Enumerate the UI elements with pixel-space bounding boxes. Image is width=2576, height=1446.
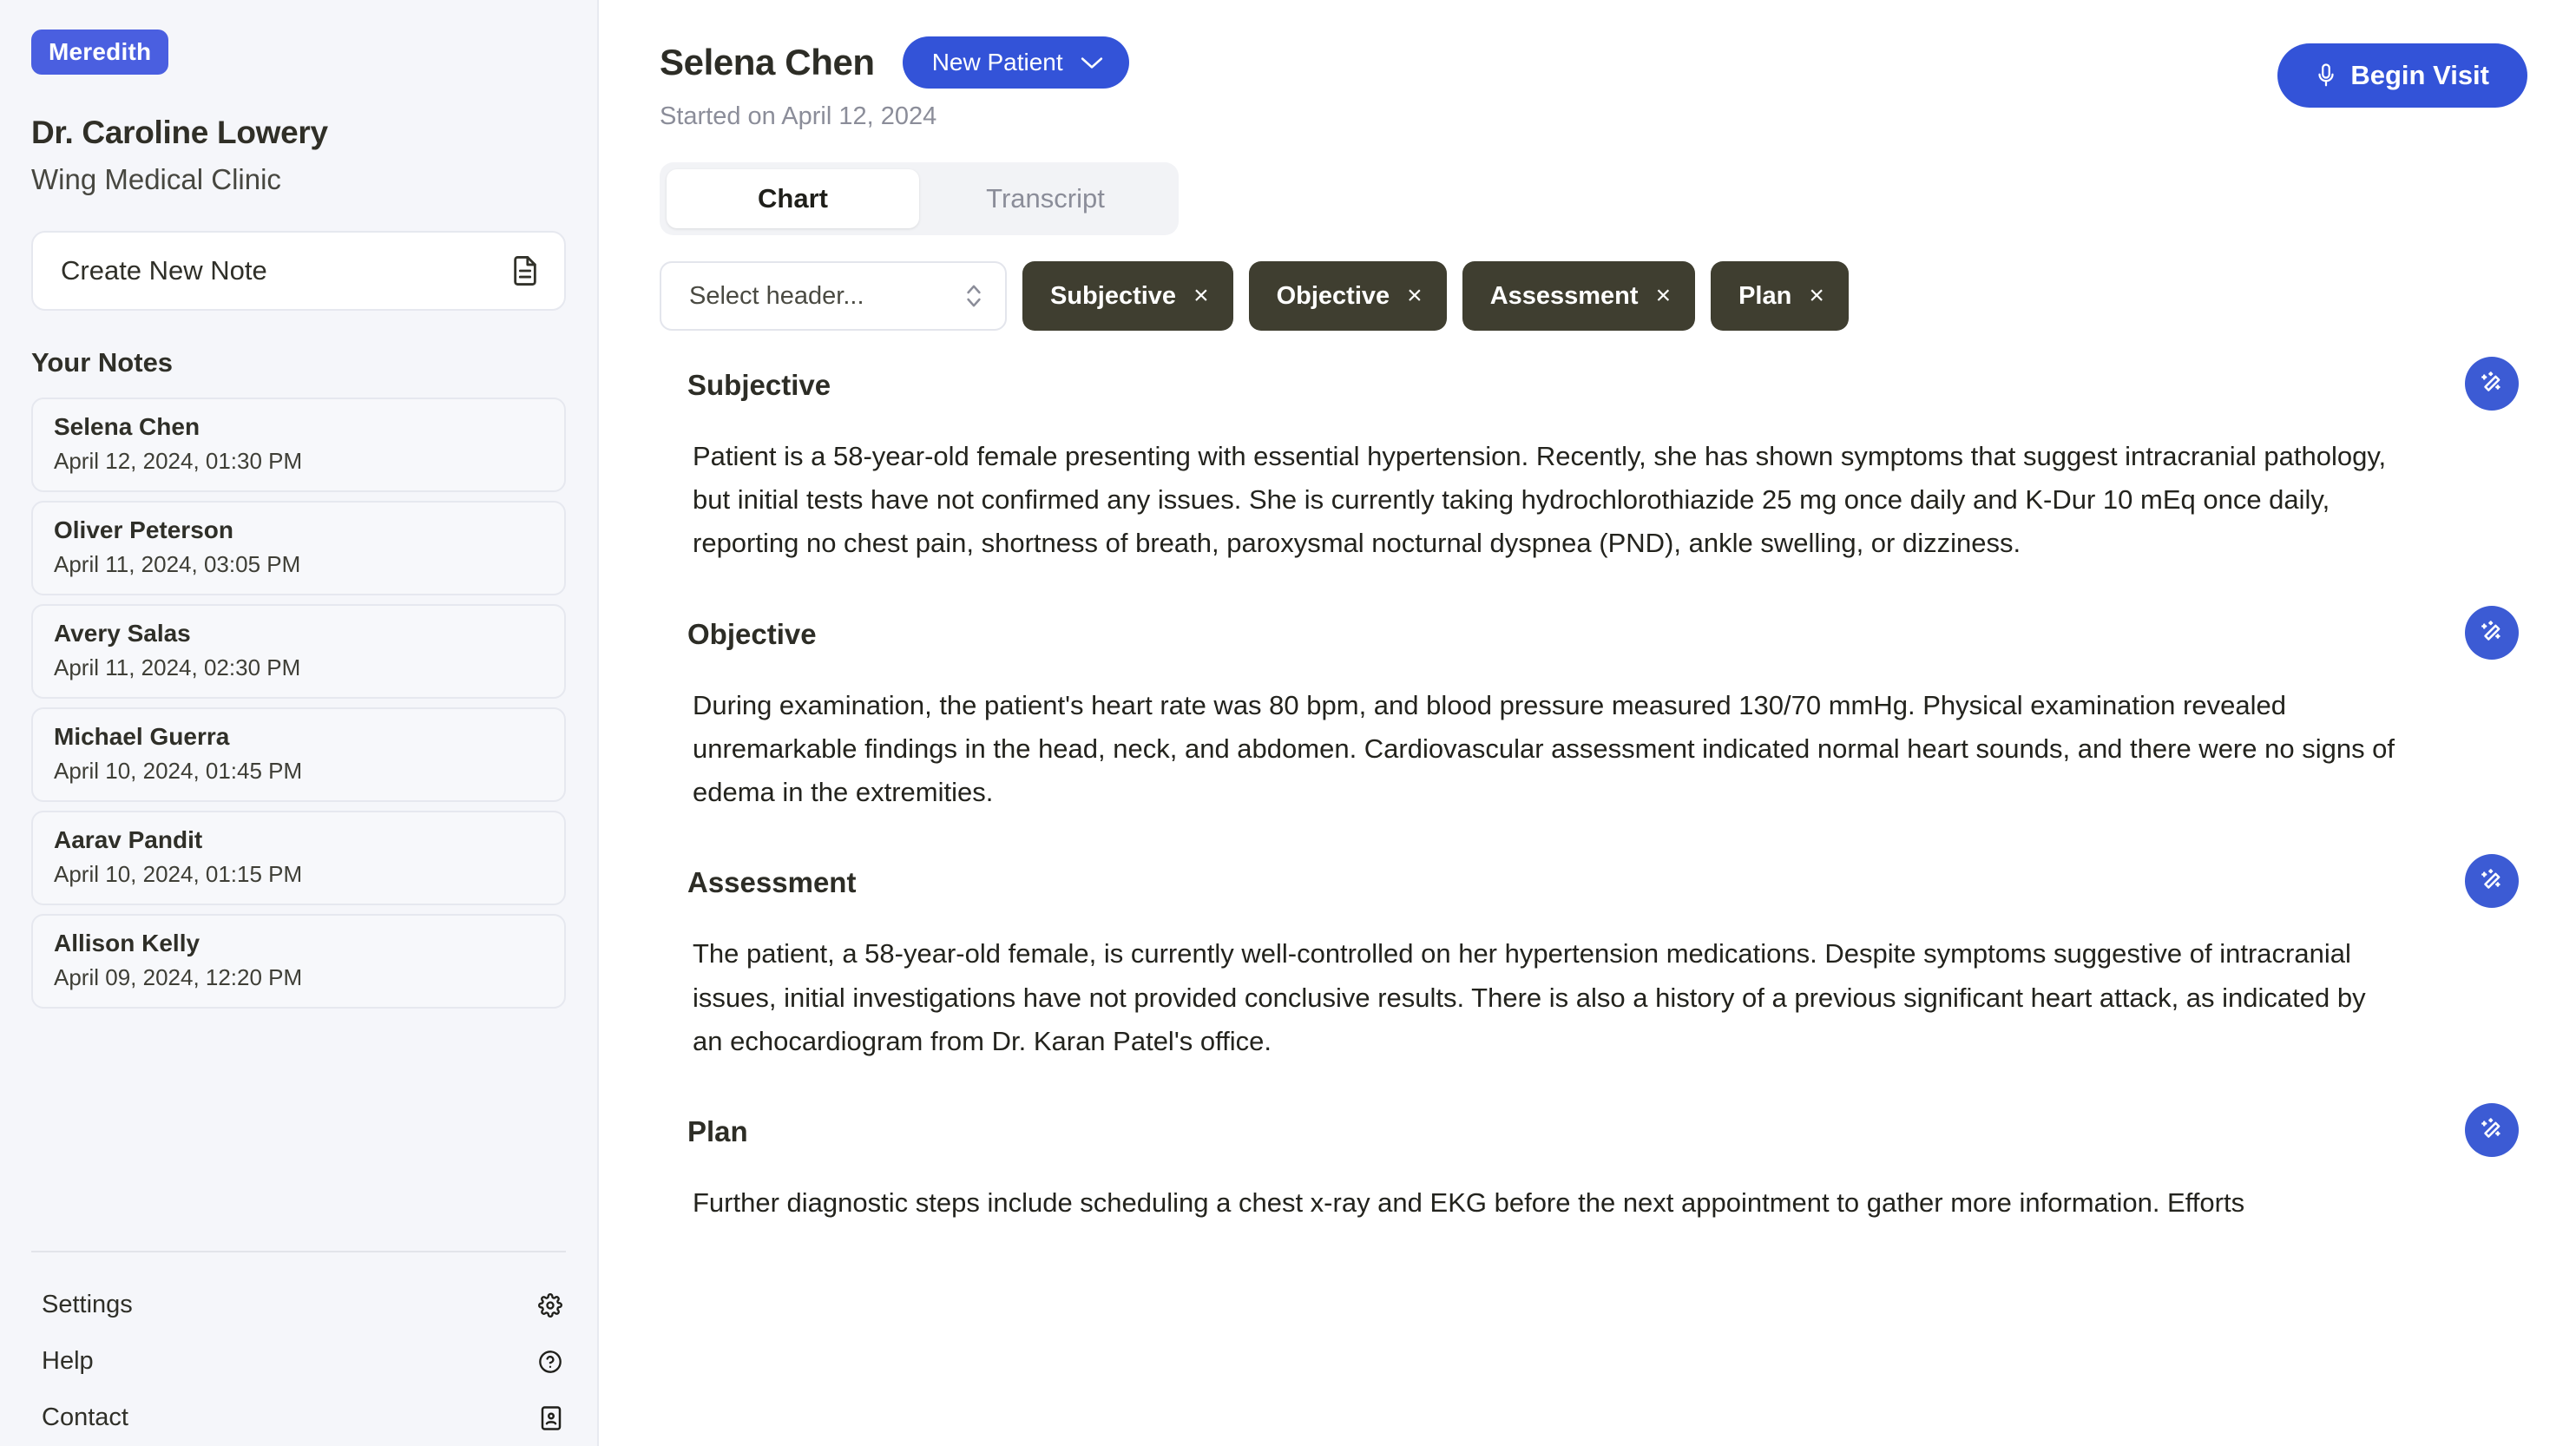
brand-badge[interactable]: Meredith — [31, 30, 169, 75]
main-content: Selena Chen New Patient Started on April… — [599, 0, 2576, 1446]
list-item[interactable]: Oliver Peterson April 11, 2024, 03:05 PM — [31, 501, 566, 595]
note-section-plan: Plan Further diagnostic steps include sc… — [660, 1102, 2527, 1225]
note-timestamp: April 11, 2024, 03:05 PM — [54, 551, 301, 577]
section-body[interactable]: Patient is a 58-year-old female presenti… — [693, 435, 2397, 566]
footer-divider — [31, 1251, 566, 1252]
chip-label: Subjective — [1050, 281, 1177, 310]
question-circle-icon — [538, 1350, 562, 1374]
chip-label: Objective — [1276, 281, 1390, 310]
begin-visit-label: Begin Visit — [2350, 60, 2489, 90]
list-item[interactable]: Selena Chen April 12, 2024, 01:30 PM — [31, 398, 566, 492]
clinic-name: Wing Medical Clinic — [31, 163, 281, 195]
list-item[interactable]: Michael Guerra April 10, 2024, 01:45 PM — [31, 707, 566, 802]
tab-bar: Chart Transcript — [660, 162, 1179, 235]
section-title: Subjective — [687, 369, 831, 401]
sidebar-item-settings[interactable]: Settings — [31, 1277, 566, 1333]
section-title: Plan — [687, 1114, 748, 1147]
microphone-icon — [2316, 62, 2336, 89]
sidebar-item-contact[interactable]: Contact — [31, 1390, 566, 1446]
header-controls-row: Select header... Subjective × Objective … — [660, 261, 2527, 331]
note-timestamp: April 10, 2024, 01:15 PM — [54, 861, 303, 887]
header-chip-plan[interactable]: Plan × — [1711, 261, 1849, 331]
note-timestamp: April 10, 2024, 01:45 PM — [54, 758, 303, 784]
note-timestamp: April 12, 2024, 01:30 PM — [54, 448, 303, 474]
create-new-note-button[interactable]: Create New Note — [31, 231, 566, 311]
chip-label: Assessment — [1489, 281, 1639, 310]
section-title: Assessment — [687, 866, 857, 899]
magic-wand-icon — [2481, 620, 2500, 641]
your-notes-title: Your Notes — [31, 347, 174, 378]
gear-icon — [538, 1292, 562, 1318]
note-patient-name: Selena Chen — [54, 413, 200, 440]
section-body[interactable]: During examination, the patient's heart … — [693, 684, 2397, 815]
section-title: Objective — [687, 617, 817, 650]
note-sections: Subjective Patient is a 58-year-old fema… — [660, 357, 2527, 1225]
header-chip-assessment[interactable]: Assessment × — [1462, 261, 1696, 331]
patient-info: Selena Chen New Patient Started on April… — [660, 30, 1129, 131]
magic-wand-icon — [2481, 869, 2500, 890]
status-badge[interactable]: New Patient — [902, 36, 1129, 89]
notes-list: Selena Chen April 12, 2024, 01:30 PM Oli… — [31, 398, 566, 1009]
magic-wand-icon-button[interactable] — [2465, 1102, 2519, 1157]
sidebar: Meredith Dr. Caroline Lowery Wing Medica… — [0, 0, 599, 1446]
header-chip-objective[interactable]: Objective × — [1248, 261, 1447, 331]
chevron-up-down-icon — [965, 282, 982, 310]
magic-wand-icon — [2481, 371, 2500, 391]
note-patient-name: Avery Salas — [54, 620, 191, 647]
contact-label: Contact — [42, 1403, 128, 1431]
note-timestamp: April 11, 2024, 02:30 PM — [54, 654, 301, 680]
section-body[interactable]: The patient, a 58-year-old female, is cu… — [693, 932, 2397, 1063]
close-icon[interactable]: × — [1407, 283, 1423, 309]
note-patient-name: Michael Guerra — [54, 723, 230, 750]
close-icon[interactable]: × — [1656, 283, 1672, 309]
select-header-placeholder: Select header... — [689, 281, 864, 310]
select-header-dropdown[interactable]: Select header... — [660, 261, 1007, 331]
list-item[interactable]: Allison Kelly April 09, 2024, 12:20 PM — [31, 914, 566, 1009]
patient-name-row: Selena Chen New Patient — [660, 36, 1129, 89]
header-chip-subjective[interactable]: Subjective × — [1022, 261, 1233, 331]
magic-wand-icon-button[interactable] — [2465, 605, 2519, 660]
tab-transcript[interactable]: Transcript — [919, 169, 1172, 228]
doctor-name: Dr. Caroline Lowery — [31, 115, 328, 150]
create-new-note-label: Create New Note — [61, 255, 267, 286]
note-section-assessment: Assessment The patient, a 58-year-old fe… — [660, 854, 2527, 1063]
settings-label: Settings — [42, 1291, 133, 1318]
patient-header: Selena Chen New Patient Started on April… — [660, 30, 2527, 131]
started-on-text: Started on April 12, 2024 — [660, 102, 937, 130]
list-item[interactable]: Aarav Pandit April 10, 2024, 01:15 PM — [31, 811, 566, 905]
note-section-subjective: Subjective Patient is a 58-year-old fema… — [660, 357, 2527, 566]
note-patient-name: Aarav Pandit — [54, 826, 203, 853]
note-patient-name: Allison Kelly — [54, 930, 200, 956]
note-timestamp: April 09, 2024, 12:20 PM — [54, 964, 303, 990]
help-label: Help — [42, 1347, 94, 1375]
status-badge-label: New Patient — [931, 49, 1063, 76]
contact-card-icon — [540, 1405, 562, 1431]
note-section-objective: Objective During examination, the patien… — [660, 605, 2527, 815]
begin-visit-button[interactable]: Begin Visit — [2277, 43, 2527, 108]
tab-chart[interactable]: Chart — [667, 169, 919, 228]
page-title: Selena Chen — [660, 42, 875, 82]
magic-wand-icon-button[interactable] — [2465, 357, 2519, 411]
section-body[interactable]: Further diagnostic steps include schedul… — [693, 1181, 2397, 1225]
close-icon[interactable]: × — [1193, 283, 1209, 309]
document-icon — [510, 254, 540, 287]
sidebar-item-help[interactable]: Help — [31, 1333, 566, 1390]
chip-label: Plan — [1738, 281, 1792, 310]
sidebar-footer: Settings Help Contact — [31, 1251, 566, 1446]
list-item[interactable]: Avery Salas April 11, 2024, 02:30 PM — [31, 604, 566, 699]
magic-wand-icon-button[interactable] — [2465, 854, 2519, 909]
note-patient-name: Oliver Peterson — [54, 516, 233, 543]
close-icon[interactable]: × — [1809, 283, 1824, 309]
magic-wand-icon — [2481, 1118, 2500, 1138]
chevron-down-icon — [1081, 56, 1103, 69]
